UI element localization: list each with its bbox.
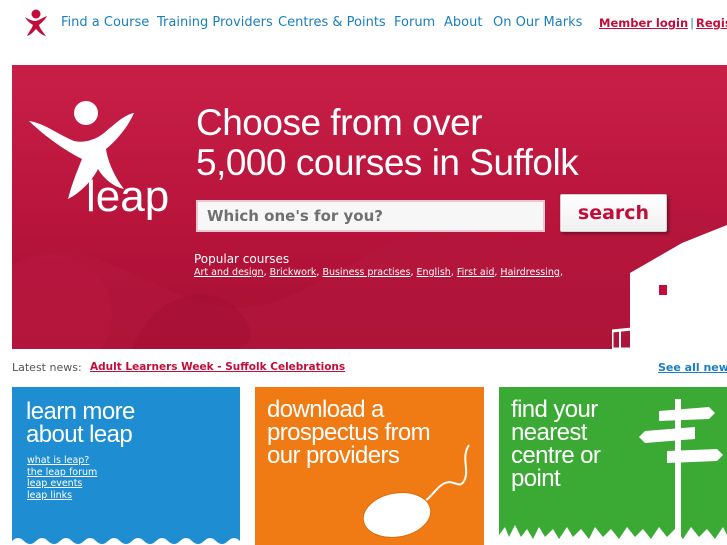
nav-find-a-course[interactable]: Find a Course: [61, 15, 149, 30]
nav-forum[interactable]: Forum: [394, 15, 435, 30]
leap-links-link[interactable]: leap links: [27, 490, 97, 502]
hero-headline: Choose from over 5,000 courses in Suffol…: [196, 102, 579, 183]
popular-courses-links: Art and design, Brickwork, Business prac…: [194, 267, 563, 278]
what-is-leap-link[interactable]: what is leap?: [27, 455, 97, 467]
latest-news-link[interactable]: Adult Learners Week - Suffolk Celebratio…: [90, 361, 345, 373]
register-link[interactable]: Register: [696, 16, 727, 30]
download-prospectus-panel[interactable]: download a prospectus from our providers: [255, 387, 484, 545]
leap-logo[interactable]: leap: [24, 83, 184, 268]
nav-about[interactable]: About: [444, 15, 482, 30]
leap-logo-text: leap: [86, 172, 169, 221]
learn-more-title: learn more about leap: [26, 398, 135, 448]
popular-courses-title: Popular courses: [194, 252, 290, 266]
headline-line-2: 5,000 courses in Suffolk: [196, 142, 579, 183]
course-search-input[interactable]: [196, 200, 545, 232]
leap-events-link[interactable]: leap events: [27, 478, 97, 490]
popular-course-link[interactable]: Hairdressing: [500, 267, 560, 278]
find-centre-panel[interactable]: find your nearest centre or point: [499, 387, 727, 545]
leap-forum-link[interactable]: the leap forum: [27, 467, 97, 479]
latest-news-bar: Latest news: Adult Learners Week - Suffo…: [12, 361, 727, 375]
nav-training-providers[interactable]: Training Providers: [157, 15, 273, 30]
nav-on-our-marks[interactable]: On Our Marks: [493, 15, 582, 30]
hero-banner: leap Choose from over 5,000 courses in S…: [12, 65, 727, 349]
learn-more-panel[interactable]: learn more about leap what is leap? the l…: [12, 387, 240, 545]
popular-courses: Popular courses Art and design, Brickwor…: [194, 252, 563, 278]
popular-course-link[interactable]: Art and design: [194, 267, 264, 278]
popular-course-link[interactable]: English: [417, 267, 451, 278]
see-all-news-link[interactable]: See all news: [658, 361, 727, 374]
panel-wave-decoration: [12, 538, 240, 545]
member-login-link[interactable]: Member login: [599, 16, 688, 30]
latest-news-label: Latest news:: [12, 361, 82, 374]
headline-line-1: Choose from over: [196, 102, 483, 143]
popular-course-link[interactable]: Brickwork: [270, 267, 317, 278]
separator: |: [690, 16, 695, 30]
popular-course-link[interactable]: Business practises: [322, 267, 410, 278]
nav-centres-points[interactable]: Centres & Points: [278, 15, 386, 30]
top-navigation: Find a Course Training Providers Centres…: [0, 0, 727, 48]
member-links: Member login|Register: [599, 16, 727, 30]
learn-more-links: what is leap? the leap forum leap events…: [27, 455, 97, 501]
house-icon: [612, 225, 727, 349]
mouse-icon: [362, 444, 470, 538]
popular-course-link[interactable]: First aid: [457, 267, 495, 278]
leap-figure-icon[interactable]: [22, 9, 50, 37]
signpost-icon: [499, 399, 727, 545]
